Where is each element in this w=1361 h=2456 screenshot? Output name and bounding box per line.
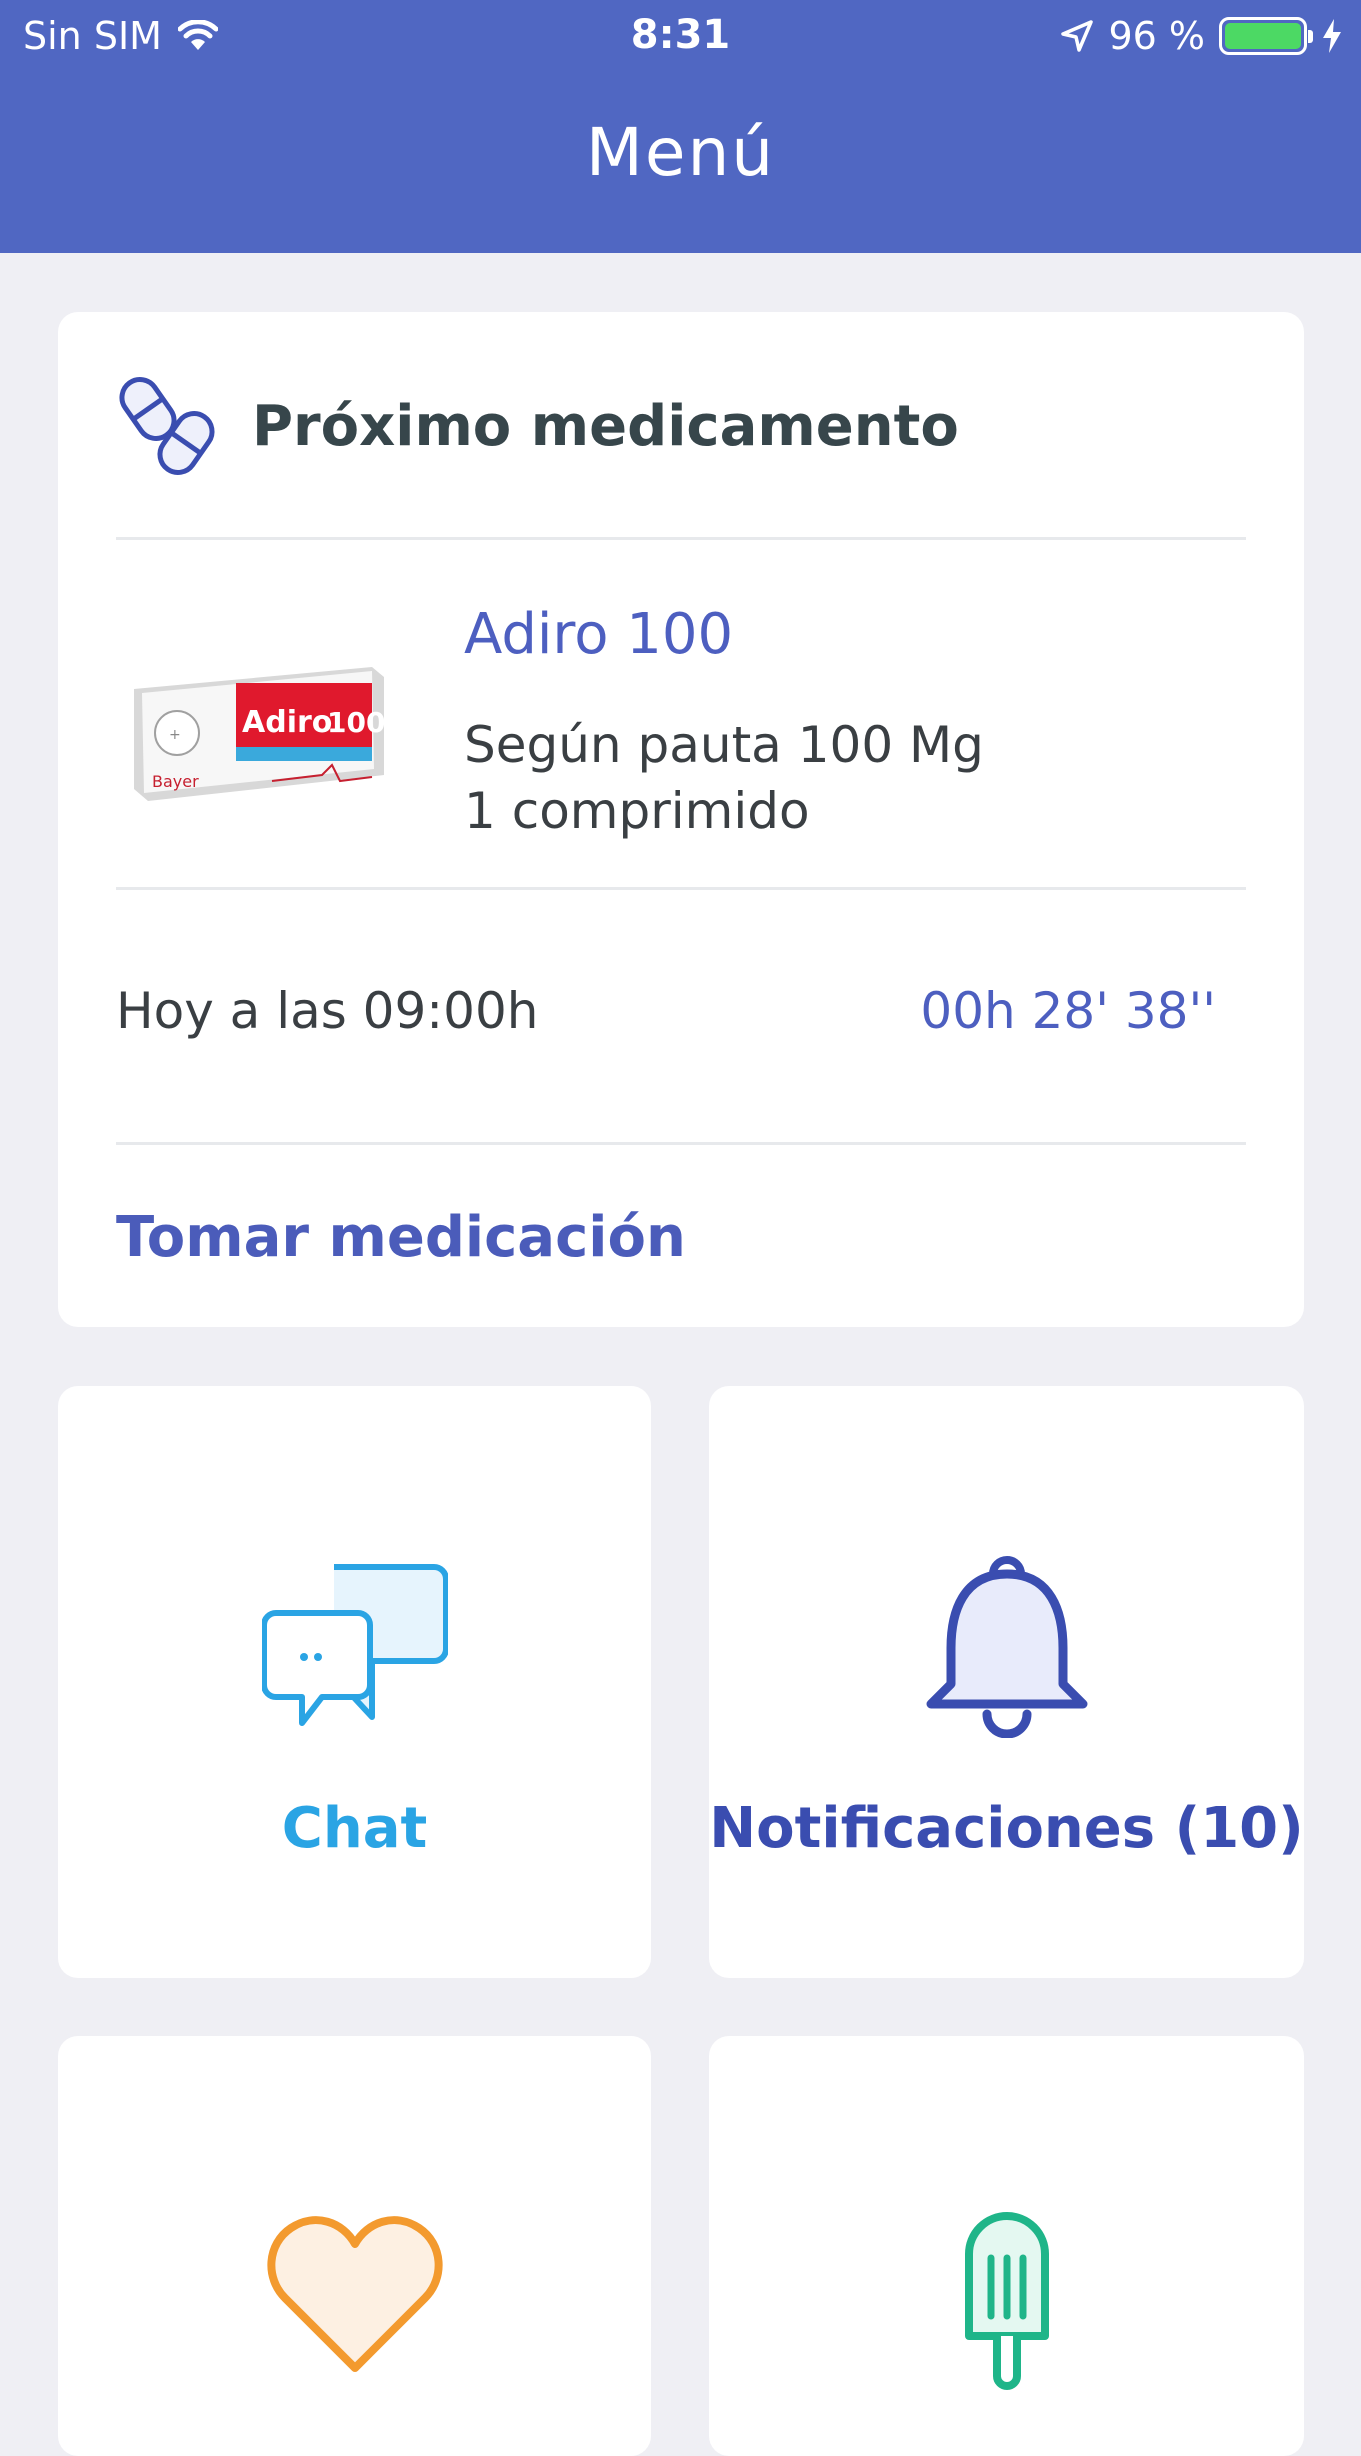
dose-line: Según pauta 100 Mg [464,716,984,774]
health-tile[interactable] [58,2036,651,2456]
box-brand: Adiro [242,705,332,740]
app-header: Sin SIM 8:31 96 % Menú [0,0,1361,253]
divider [116,1142,1246,1145]
schedule-time: Hoy a las 09:00h [116,982,539,1040]
box-strength: 100 [327,706,385,739]
battery-icon [1219,17,1313,55]
chat-bubbles-icon [261,1564,448,1726]
status-right: 96 % [1060,14,1343,58]
dose-quantity: 1 comprimido [464,782,810,840]
drug-dose: Según pauta 100 Mg 1 comprimido [464,712,984,844]
divider [116,887,1246,890]
status-bar: Sin SIM 8:31 96 % [0,0,1361,76]
drug-name: Adiro 100 [464,602,734,667]
charging-bolt-icon [1323,19,1341,53]
diet-tile[interactable] [709,2036,1304,2456]
page-title: Menú [585,114,776,191]
medication-box-image: + Adiro 100 Bayer [134,667,385,801]
pills-icon [119,377,215,475]
popsicle-icon [964,2212,1049,2390]
notifications-tile[interactable]: Notificaciones (10) [709,1386,1304,1978]
battery-percent: 96 % [1108,14,1205,58]
chat-label: Chat [281,1796,428,1861]
card-heading: Próximo medicamento [252,393,959,459]
divider [116,537,1246,540]
bell-icon [926,1556,1087,1738]
notifications-label: Notificaciones (10) [709,1796,1304,1861]
chat-tile[interactable]: Chat [58,1386,651,1978]
card-header: Próximo medicamento [116,367,1246,485]
next-medication-card: Próximo medicamento + Adiro 100 Bayer Ad… [58,312,1304,1327]
box-maker: Bayer [152,772,199,791]
take-medication-button[interactable]: Tomar medicación [116,1205,686,1270]
svg-text:+: + [169,727,181,743]
countdown-timer: 00h 28' 38'' [920,982,1216,1040]
location-arrow-icon [1061,20,1094,52]
heart-icon [267,2216,442,2372]
